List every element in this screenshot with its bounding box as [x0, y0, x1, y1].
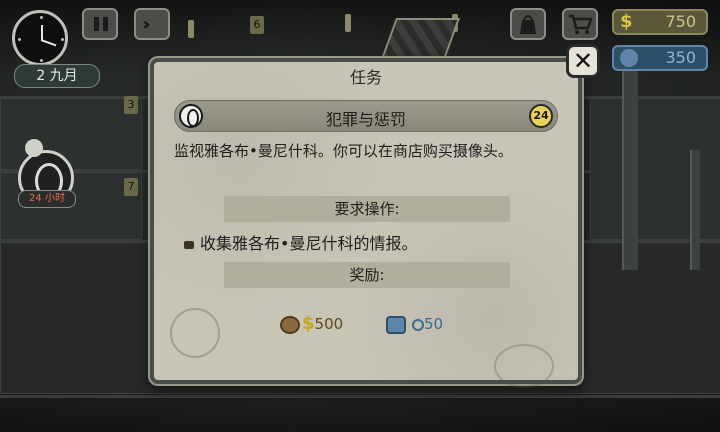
- building-sign: [379, 18, 461, 62]
- cart-icon: [569, 14, 593, 34]
- close-icon: ✕: [572, 47, 594, 75]
- pause-button[interactable]: [82, 8, 118, 40]
- shop-button[interactable]: [562, 8, 598, 40]
- reputation-counter: 350: [612, 45, 708, 71]
- close-button[interactable]: ✕: [566, 44, 600, 78]
- clock-icon: [12, 10, 68, 66]
- requirement-item: 收集雅各布•曼尼什科的情报。: [184, 230, 417, 254]
- drain-pipe: [622, 70, 638, 270]
- bag-icon: [520, 15, 536, 34]
- reward-header: 奖励:: [224, 262, 510, 288]
- task-timer: 24 小时: [18, 190, 76, 208]
- dialog-title: 任务: [349, 68, 382, 87]
- door-number: 3: [124, 96, 138, 114]
- dollar-icon: $: [302, 313, 315, 334]
- ceiling-lamp: [188, 20, 194, 38]
- floor-divider: [0, 395, 720, 398]
- mission-description: 监视雅各布•曼尼什科。你可以在商店购买摄像头。: [174, 142, 513, 160]
- inventory-button[interactable]: [510, 8, 546, 40]
- door-number: 7: [124, 178, 138, 196]
- street-lamp-pole: [690, 150, 700, 270]
- requirements-header: 要求操作:: [224, 196, 510, 222]
- mission-header: 犯罪与惩罚 24: [174, 100, 558, 132]
- reputation-mini-icon: [412, 318, 424, 331]
- reputation-icon: [386, 315, 406, 334]
- door-number: 6: [250, 16, 264, 34]
- mission-name: 犯罪与惩罚: [325, 110, 406, 129]
- reward-reputation: 50: [386, 312, 443, 336]
- arrow-icon: [184, 240, 194, 249]
- room-wall: [590, 98, 720, 240]
- requirement-text: 收集雅各布•曼尼什科的情报。: [200, 234, 418, 253]
- dollar-icon: $: [620, 11, 633, 32]
- reward-money-value: 500: [314, 315, 344, 333]
- coins-icon: [280, 315, 300, 334]
- ceiling-lamp: [345, 14, 351, 32]
- emblem-watermark: [494, 344, 554, 388]
- date-display: 2 九月: [14, 64, 100, 88]
- money-counter: $ 750: [612, 9, 708, 35]
- reward-row: $500 50: [154, 312, 578, 336]
- task-dialog: 任务 犯罪与惩罚 24 监视雅各布•曼尼什科。你可以在商店购买摄像头。 要求操作…: [150, 58, 582, 388]
- reputation-value: 350: [665, 48, 696, 67]
- fast-forward-button[interactable]: ››: [134, 8, 170, 40]
- mission-level-badge: 24: [529, 104, 553, 128]
- fast-forward-icon: ››: [142, 14, 151, 35]
- reward-reputation-value: 50: [424, 315, 444, 333]
- reward-money: $500: [280, 312, 343, 336]
- money-value: 750: [665, 12, 696, 31]
- star-icon: [25, 139, 43, 157]
- reputation-icon: [620, 49, 638, 67]
- room-wall: [0, 98, 142, 170]
